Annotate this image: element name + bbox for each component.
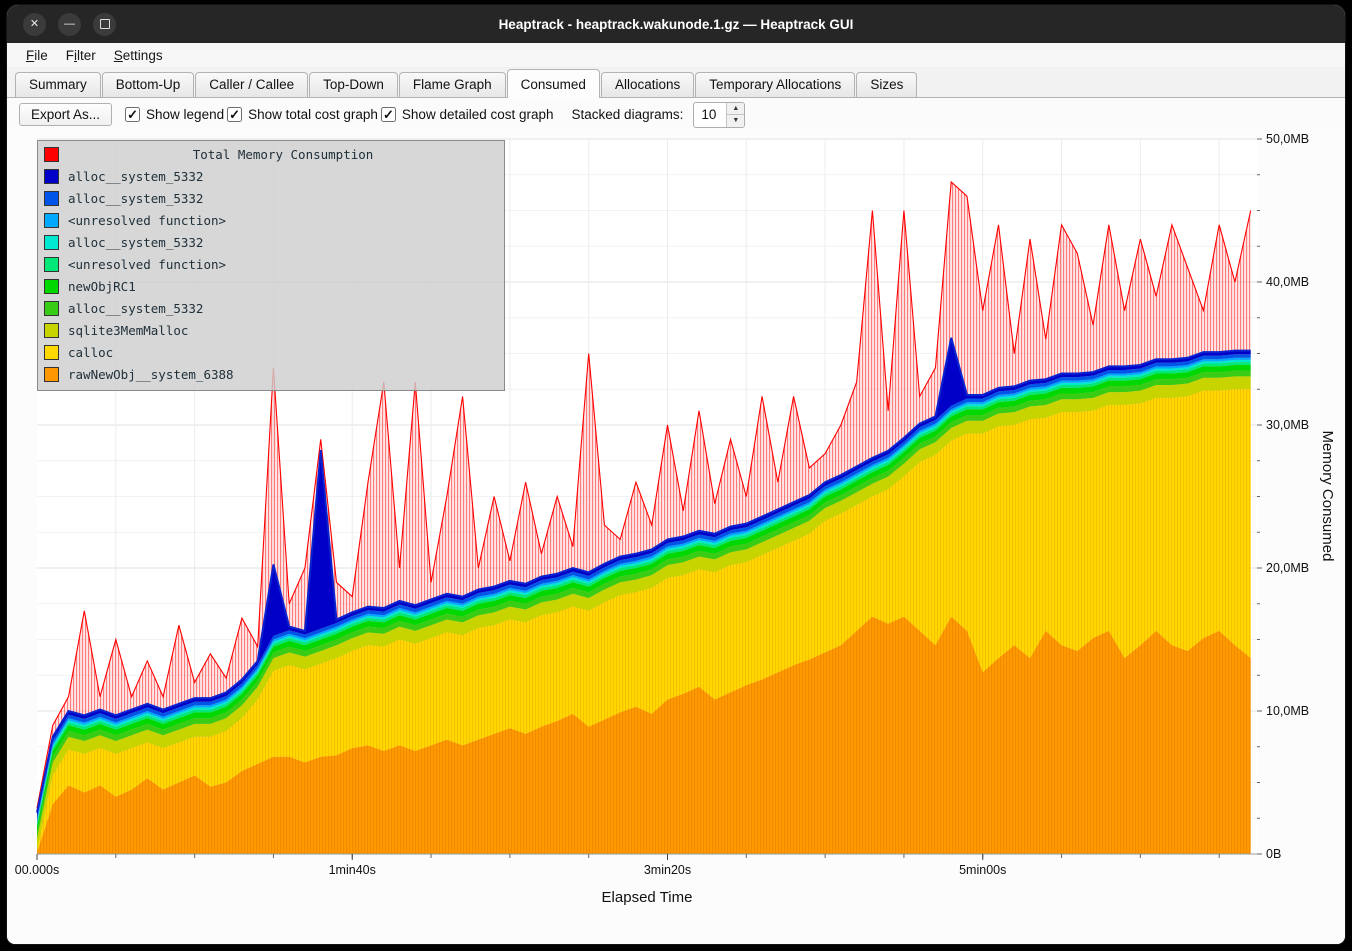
legend-label: calloc bbox=[68, 345, 113, 360]
legend-swatch bbox=[44, 279, 59, 294]
spinbox-buttons: ▲ ▼ bbox=[726, 103, 744, 127]
menubar: FileFilterSettings bbox=[7, 43, 1345, 68]
legend-item: <unresolved function> bbox=[44, 209, 498, 231]
tab-top-down[interactable]: Top-Down bbox=[309, 72, 398, 97]
legend-swatch bbox=[44, 257, 59, 272]
legend-item: <unresolved function> bbox=[44, 253, 498, 275]
legend-label: alloc__system_5332 bbox=[68, 191, 203, 206]
window-title: Heaptrack - heaptrack.wakunode.1.gz — He… bbox=[7, 17, 1345, 32]
legend-item: newObjRC1 bbox=[44, 275, 498, 297]
legend-swatch bbox=[44, 367, 59, 382]
x-tick-label: 5min00s bbox=[959, 863, 1006, 877]
checkbox-label: Show detailed cost graph bbox=[402, 107, 554, 122]
legend-swatch bbox=[44, 169, 59, 184]
checkbox-icon: ✓ bbox=[381, 107, 396, 122]
y-tick-label: 20,0MB bbox=[1266, 561, 1309, 575]
legend-label: <unresolved function> bbox=[68, 213, 226, 228]
tab-temporary-allocations[interactable]: Temporary Allocations bbox=[695, 72, 855, 97]
legend-item: alloc__system_5332 bbox=[44, 231, 498, 253]
legend-item: alloc__system_5332 bbox=[44, 187, 498, 209]
menu-file[interactable]: File bbox=[17, 46, 57, 65]
legend-swatch bbox=[44, 301, 59, 316]
tab-sizes[interactable]: Sizes bbox=[856, 72, 917, 97]
tab-allocations[interactable]: Allocations bbox=[601, 72, 694, 97]
legend-label: alloc__system_5332 bbox=[68, 169, 203, 184]
legend-swatch bbox=[44, 323, 59, 338]
legend-label: alloc__system_5332 bbox=[68, 235, 203, 250]
x-tick-label: 1min40s bbox=[329, 863, 376, 877]
legend-item: calloc bbox=[44, 341, 498, 363]
maximize-icon bbox=[100, 19, 110, 29]
x-axis-title: Elapsed Time bbox=[37, 889, 1257, 906]
legend-label: alloc__system_5332 bbox=[68, 301, 203, 316]
legend-label: newObjRC1 bbox=[68, 279, 136, 294]
legend-item: alloc__system_5332 bbox=[44, 165, 498, 187]
legend-label: <unresolved function> bbox=[68, 257, 226, 272]
legend-label: rawNewObj__system_6388 bbox=[68, 367, 234, 382]
checkbox-icon: ✓ bbox=[125, 107, 140, 122]
x-tick-label: 3min20s bbox=[644, 863, 691, 877]
checkbox-group: ✓Show legend✓Show total cost graph✓Show … bbox=[122, 107, 554, 122]
y-tick-label: 30,0MB bbox=[1266, 418, 1309, 432]
minimize-button[interactable]: — bbox=[58, 13, 81, 36]
tab-bar: SummaryBottom-UpCaller / CalleeTop-DownF… bbox=[7, 68, 1345, 98]
window-controls: ✕ — bbox=[7, 13, 116, 36]
legend-swatch bbox=[44, 191, 59, 206]
legend-swatch bbox=[44, 213, 59, 228]
y-tick-label: 40,0MB bbox=[1266, 275, 1309, 289]
legend-item: sqlite3MemMalloc bbox=[44, 319, 498, 341]
y-tick-label: 10,0MB bbox=[1266, 704, 1309, 718]
legend-label: Total Memory Consumption bbox=[68, 147, 498, 162]
tab-bottom-up[interactable]: Bottom-Up bbox=[102, 72, 195, 97]
chart-legend: Total Memory Consumption alloc__system_53… bbox=[37, 140, 505, 391]
spinbox-up-button[interactable]: ▲ bbox=[727, 103, 744, 116]
tab-caller-callee[interactable]: Caller / Callee bbox=[195, 72, 308, 97]
spinbox-down-button[interactable]: ▼ bbox=[727, 115, 744, 127]
y-tick-label: 0B bbox=[1266, 847, 1281, 861]
stacked-diagrams-spinbox[interactable]: 10 ▲ ▼ bbox=[693, 102, 745, 128]
chart-region: 00.000s 1min40s 3min20s 5min00s 0B 10,0MB 20,0… bbox=[7, 131, 1345, 944]
tab-consumed[interactable]: Consumed bbox=[507, 69, 600, 98]
titlebar[interactable]: ✕ — Heaptrack - heaptrack.wakunode.1.gz … bbox=[7, 5, 1345, 43]
x-tick-label: 00.000s bbox=[15, 863, 59, 877]
legend-label: sqlite3MemMalloc bbox=[68, 323, 188, 338]
maximize-button[interactable] bbox=[93, 13, 116, 36]
tab-summary[interactable]: Summary bbox=[15, 72, 101, 97]
legend-item: alloc__system_5332 bbox=[44, 297, 498, 319]
legend-item: rawNewObj__system_6388 bbox=[44, 363, 498, 385]
checkbox-show-total-cost-graph[interactable]: ✓ Show total cost graph bbox=[227, 107, 378, 122]
stacked-diagrams-label: Stacked diagrams: bbox=[572, 107, 684, 122]
legend-swatch bbox=[44, 345, 59, 360]
minimize-icon: — bbox=[64, 19, 75, 30]
export-as-button[interactable]: Export As... bbox=[19, 103, 112, 126]
y-axis-title: Memory Consumed bbox=[1319, 431, 1336, 562]
checkbox-label: Show legend bbox=[146, 107, 224, 122]
legend-swatch bbox=[44, 235, 59, 250]
menu-filter[interactable]: Filter bbox=[57, 46, 105, 65]
close-icon: ✕ bbox=[30, 19, 39, 30]
tab-flame-graph[interactable]: Flame Graph bbox=[399, 72, 506, 97]
heaptrack-window: ✕ — Heaptrack - heaptrack.wakunode.1.gz … bbox=[7, 5, 1345, 944]
close-button[interactable]: ✕ bbox=[23, 13, 46, 36]
legend-swatch bbox=[44, 147, 59, 162]
toolbar: Export As... ✓Show legend✓Show total cos… bbox=[7, 98, 1345, 131]
menu-settings[interactable]: Settings bbox=[105, 46, 172, 65]
checkbox-show-legend[interactable]: ✓ Show legend bbox=[125, 107, 224, 122]
checkbox-show-detailed-cost-graph[interactable]: ✓ Show detailed cost graph bbox=[381, 107, 554, 122]
checkbox-label: Show total cost graph bbox=[248, 107, 378, 122]
y-tick-label: 50,0MB bbox=[1266, 132, 1309, 146]
legend-title-row: Total Memory Consumption bbox=[44, 143, 498, 165]
checkbox-icon: ✓ bbox=[227, 107, 242, 122]
spinbox-value: 10 bbox=[694, 103, 726, 127]
